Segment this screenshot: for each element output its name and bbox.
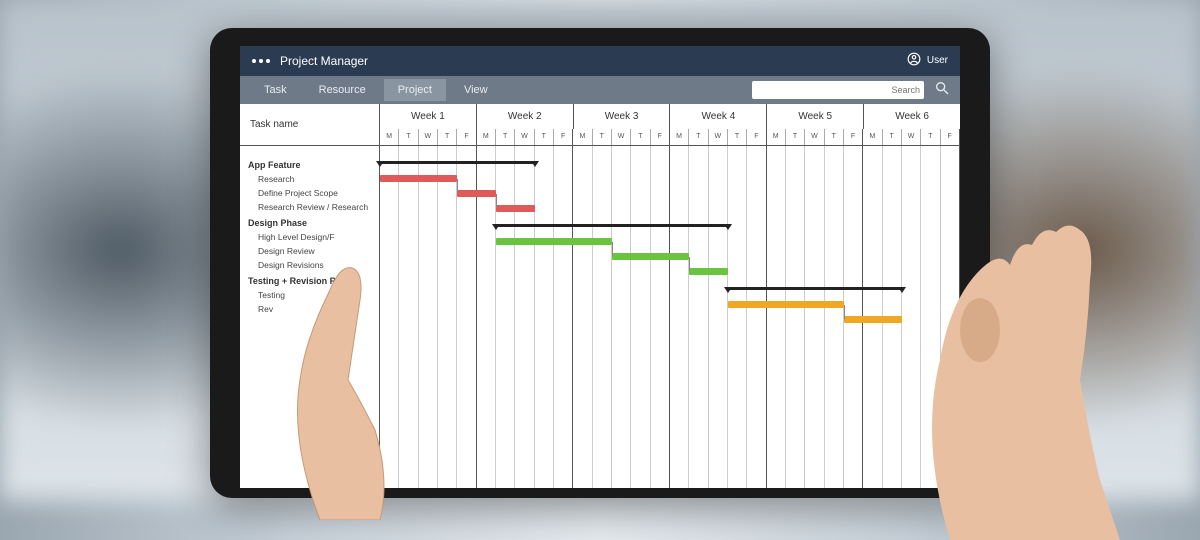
- week-header: Week 1: [380, 104, 477, 129]
- tab-task[interactable]: Task: [250, 79, 301, 101]
- search-input[interactable]: [760, 85, 920, 95]
- task-item[interactable]: High Level Design/F: [240, 230, 379, 244]
- task-name-header: Task name: [240, 104, 379, 146]
- task-name-column: Task name App Feature Research Define Pr…: [240, 104, 380, 488]
- day-header: T: [438, 129, 457, 145]
- dependency-link: [612, 242, 613, 256]
- week-header: Week 4: [670, 104, 767, 129]
- day-header: T: [399, 129, 418, 145]
- group-app-feature[interactable]: App Feature: [240, 156, 379, 172]
- task-item[interactable]: Research: [240, 172, 379, 186]
- day-header: W: [515, 129, 534, 145]
- gantt-chart: Task name App Feature Research Define Pr…: [240, 104, 960, 488]
- day-header: M: [863, 129, 882, 145]
- day-header: T: [728, 129, 747, 145]
- dependency-link: [496, 194, 497, 208]
- day-header: F: [651, 129, 670, 145]
- task-bar[interactable]: [380, 175, 457, 182]
- day-header: T: [593, 129, 612, 145]
- search-box[interactable]: [752, 81, 924, 99]
- task-bar[interactable]: [844, 316, 902, 323]
- day-header: W: [419, 129, 438, 145]
- day-header: T: [689, 129, 708, 145]
- day-header: M: [767, 129, 786, 145]
- summary-bar[interactable]: [728, 287, 902, 290]
- timeline-column: Week 1Week 2Week 3Week 4Week 5Week 6 MTW…: [380, 104, 960, 488]
- group-design-phase[interactable]: Design Phase: [240, 214, 379, 230]
- day-header: T: [786, 129, 805, 145]
- week-header: Week 5: [767, 104, 864, 129]
- gantt-grid[interactable]: [380, 146, 960, 488]
- day-header: W: [805, 129, 824, 145]
- search-icon[interactable]: [934, 80, 950, 99]
- day-header: T: [496, 129, 515, 145]
- task-item[interactable]: Design Revisions: [240, 258, 379, 272]
- day-header: W: [612, 129, 631, 145]
- tab-bar: Task Resource Project View: [240, 76, 960, 104]
- day-header: M: [477, 129, 496, 145]
- title-bar: Project Manager User: [240, 46, 960, 76]
- timeline-header: Week 1Week 2Week 3Week 4Week 5Week 6 MTW…: [380, 104, 960, 146]
- task-bar[interactable]: [457, 190, 496, 197]
- day-header: M: [670, 129, 689, 145]
- dependency-link: [457, 179, 458, 193]
- summary-bar[interactable]: [496, 224, 728, 227]
- task-item[interactable]: Design Review: [240, 244, 379, 258]
- week-header: Week 3: [574, 104, 671, 129]
- dependency-link: [689, 257, 690, 271]
- dependency-link: [844, 305, 845, 319]
- day-header: T: [825, 129, 844, 145]
- tab-view[interactable]: View: [450, 79, 502, 101]
- user-icon: [907, 52, 921, 69]
- week-header: Week 2: [477, 104, 574, 129]
- summary-bar[interactable]: [380, 161, 535, 164]
- tab-resource[interactable]: Resource: [305, 79, 380, 101]
- task-item[interactable]: Testing: [240, 288, 379, 302]
- menu-dots-icon[interactable]: [252, 59, 270, 63]
- day-header: T: [631, 129, 650, 145]
- day-header: F: [457, 129, 476, 145]
- user-menu[interactable]: User: [907, 52, 948, 69]
- task-bar[interactable]: [728, 301, 844, 308]
- tablet-frame: Project Manager User Task Resource Proje…: [210, 28, 990, 498]
- app-title: Project Manager: [280, 54, 368, 68]
- day-header: F: [747, 129, 766, 145]
- day-header: W: [709, 129, 728, 145]
- tab-project[interactable]: Project: [384, 79, 446, 101]
- task-item[interactable]: Define Project Scope: [240, 186, 379, 200]
- task-bar[interactable]: [496, 238, 612, 245]
- week-header: Week 6: [864, 104, 960, 129]
- day-header: F: [941, 129, 960, 145]
- day-header: T: [883, 129, 902, 145]
- user-label: User: [927, 55, 948, 66]
- task-bar[interactable]: [612, 253, 689, 260]
- app-screen: Project Manager User Task Resource Proje…: [240, 46, 960, 488]
- day-header: M: [380, 129, 399, 145]
- task-bar[interactable]: [496, 205, 535, 212]
- day-header: W: [902, 129, 921, 145]
- day-header: F: [554, 129, 573, 145]
- task-item[interactable]: Rev: [240, 302, 379, 316]
- task-list: App Feature Research Define Project Scop…: [240, 146, 379, 316]
- day-header: F: [844, 129, 863, 145]
- day-header: T: [921, 129, 940, 145]
- group-testing-phase[interactable]: Testing + Revision Phase: [240, 272, 379, 288]
- task-item[interactable]: Research Review / Research: [240, 200, 379, 214]
- day-header: T: [535, 129, 554, 145]
- day-header: M: [573, 129, 592, 145]
- task-bar[interactable]: [689, 268, 728, 275]
